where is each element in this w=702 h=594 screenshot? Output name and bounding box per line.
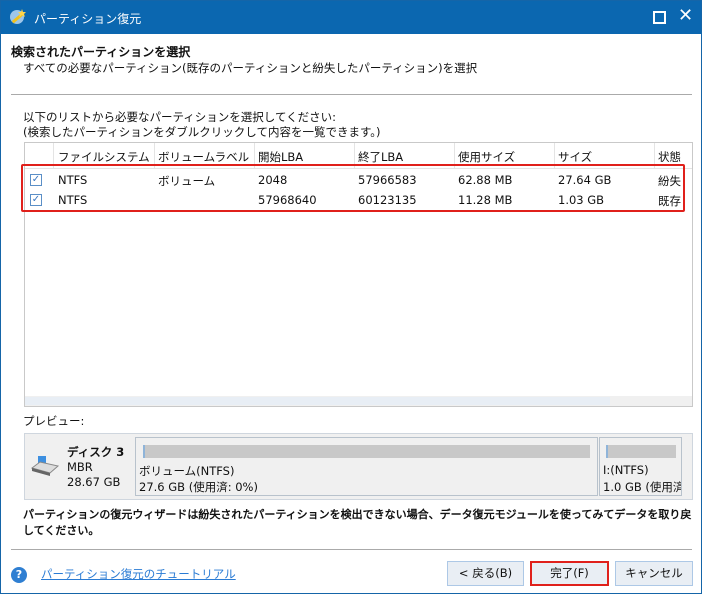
maximize-button[interactable]: [653, 11, 666, 24]
instruction-line-1: 以下のリストから必要なパーティションを選択してください:: [23, 110, 336, 124]
disk-preview: ディスク 3 MBR 28.67 GB ボリューム(NTFS) 27.6 GB …: [24, 433, 693, 500]
scrollbar-thumb[interactable]: [25, 397, 610, 405]
partition-info: 1.0 GB (使用済: [603, 480, 682, 494]
column-header-size[interactable]: サイズ: [558, 149, 592, 165]
preview-label: プレビュー:: [23, 414, 85, 428]
partition-block[interactable]: ボリューム(NTFS) 27.6 GB (使用済: 0%): [135, 437, 598, 496]
column-header-start-lba[interactable]: 開始LBA: [258, 149, 303, 165]
disk-name: ディスク 3: [67, 445, 125, 459]
column-header-status[interactable]: 状態: [658, 149, 681, 165]
divider: [11, 94, 692, 95]
partition-name: I:(NTFS): [603, 463, 649, 477]
partition-info: 27.6 GB (使用済: 0%): [139, 480, 258, 494]
partition-name: ボリューム(NTFS): [139, 464, 235, 478]
page-title: 検索されたパーティションを選択: [11, 45, 191, 59]
close-button[interactable]: ✕: [678, 5, 693, 26]
disk-size: 28.67 GB: [67, 475, 121, 489]
note-line-2: してください。: [23, 524, 100, 537]
usage-bar: [606, 445, 676, 458]
divider: [11, 549, 692, 550]
column-header-end-lba[interactable]: 終了LBA: [358, 149, 403, 165]
back-button[interactable]: < 戻る(B): [447, 561, 524, 586]
title-bar: パーティション復元 ✕: [1, 1, 701, 34]
disk-type: MBR: [67, 460, 93, 474]
column-header-used-size[interactable]: 使用サイズ: [458, 149, 515, 165]
wizard-wand-icon: [10, 9, 26, 24]
tutorial-link[interactable]: パーティション復元のチュートリアル: [41, 566, 236, 582]
column-header-filesystem[interactable]: ファイルシステム: [58, 149, 150, 165]
partition-recovery-dialog: パーティション復元 ✕ 検索されたパーティションを選択 すべての必要なパーティシ…: [0, 0, 702, 594]
note-line-1: パーティションの復元ウィザードは紛失されたパーティションを検出できない場合、デー…: [23, 508, 692, 521]
horizontal-scrollbar[interactable]: [25, 396, 692, 406]
usage-bar: [143, 445, 590, 458]
page-subtitle: すべての必要なパーティション(既存のパーティションと紛失したパーティション)を選…: [23, 61, 478, 75]
help-icon[interactable]: ?: [11, 567, 27, 583]
column-header-volume-label[interactable]: ボリュームラベル: [158, 149, 249, 165]
finish-button[interactable]: 完了(F): [530, 561, 609, 586]
instruction-line-2: (検索したパーティションをダブルクリックして内容を一覧できます。): [23, 125, 381, 139]
window-title: パーティション復元: [34, 12, 142, 26]
cancel-button[interactable]: キャンセル: [615, 561, 693, 586]
usb-disk-icon: [30, 456, 60, 476]
highlight-rows: [21, 164, 685, 212]
partition-block[interactable]: I:(NTFS) 1.0 GB (使用済: [599, 437, 682, 496]
